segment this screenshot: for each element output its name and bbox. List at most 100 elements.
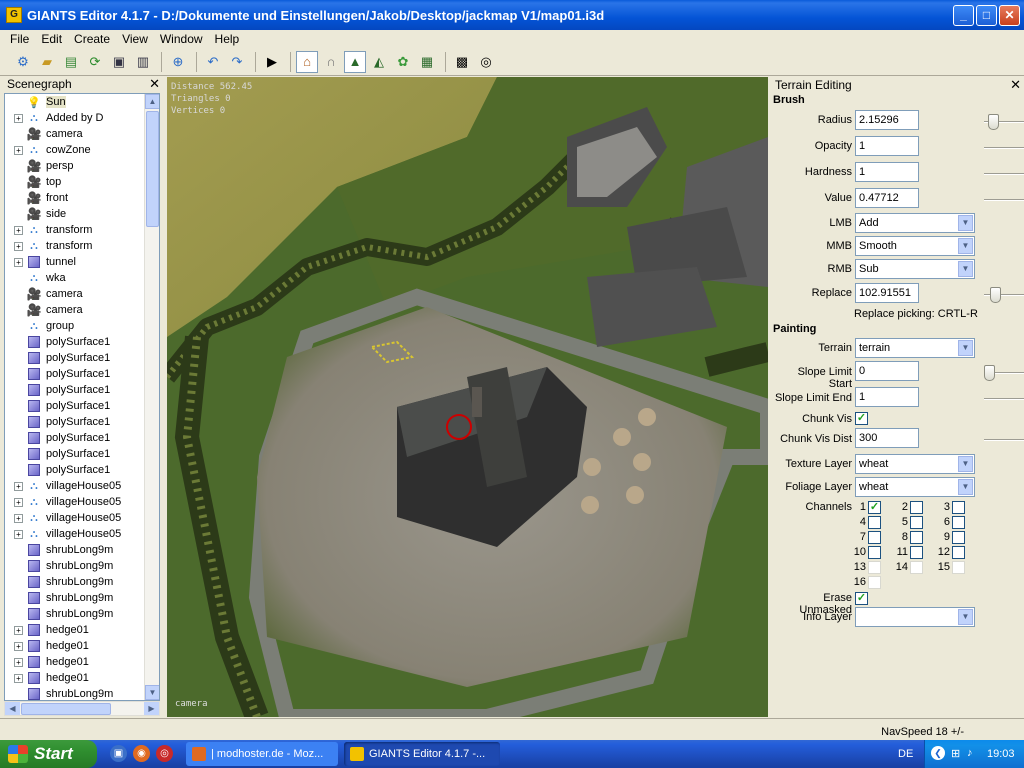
expand-icon[interactable]: + — [14, 145, 23, 155]
tree-row[interactable]: + hedge01 — [5, 622, 145, 638]
tree-row[interactable]: polySurface1 — [5, 398, 145, 414]
scenegraph-vertical-scrollbar[interactable]: ▲ ▼ — [144, 94, 159, 700]
tree-row[interactable]: + hedge01 — [5, 670, 145, 686]
channel-checkbox[interactable] — [868, 531, 881, 544]
lmb-dropdown[interactable]: Add ▼ — [855, 213, 975, 233]
scroll-thumb[interactable] — [146, 111, 159, 227]
tree-row[interactable]: ⛬ wka — [5, 270, 145, 286]
tree-row[interactable]: shrubLong9m — [5, 590, 145, 606]
task-firefox[interactable]: | modhoster.de - Moz... — [186, 742, 338, 766]
save-icon[interactable]: ▣ — [108, 51, 130, 73]
expand-icon[interactable]: + — [14, 657, 23, 667]
scroll-down-icon[interactable]: ▼ — [145, 685, 159, 700]
tree-row[interactable]: 🎥 camera — [5, 126, 145, 142]
tree-row[interactable]: + ⛬ villageHouse05 — [5, 494, 145, 510]
chunk-vis-dist-slider[interactable] — [984, 439, 1024, 441]
scroll-up-icon[interactable]: ▲ — [145, 94, 159, 109]
erase-unmasked-checkbox[interactable]: ✓ — [855, 592, 868, 605]
chevron-down-icon[interactable]: ▼ — [958, 340, 973, 356]
tree-row[interactable]: + ⛬ cowZone — [5, 142, 145, 158]
volume-icon[interactable]: ♪ — [967, 747, 973, 759]
channel-checkbox[interactable] — [868, 546, 881, 559]
chevron-down-icon[interactable]: ▼ — [958, 456, 973, 472]
terrain-sculpt-icon[interactable]: ▲ — [344, 50, 366, 73]
terrain-info-icon[interactable]: ▦ — [416, 51, 438, 73]
chevron-down-icon[interactable]: ▼ — [958, 609, 973, 625]
channel-checkbox[interactable] — [910, 501, 923, 514]
network-icon[interactable]: ⊞ — [951, 747, 960, 760]
chevron-down-icon[interactable]: ▼ — [958, 215, 973, 231]
channel-checkbox[interactable] — [910, 516, 923, 529]
menu-window[interactable]: Window — [154, 32, 209, 46]
scroll-left-icon[interactable]: ◀ — [5, 702, 20, 715]
menu-view[interactable]: View — [116, 32, 154, 46]
tree-row[interactable]: + ⛬ villageHouse05 — [5, 478, 145, 494]
texture-layer-dropdown[interactable]: wheat ▼ — [855, 454, 975, 474]
tree-row[interactable]: + ⛬ transform — [5, 222, 145, 238]
expand-icon[interactable]: + — [14, 225, 23, 235]
menu-help[interactable]: Help — [209, 32, 246, 46]
hscroll-thumb[interactable] — [21, 703, 111, 715]
scenegraph-close-icon[interactable]: ✕ — [149, 76, 160, 92]
scroll-right-icon[interactable]: ▶ — [144, 702, 159, 715]
channel-checkbox[interactable] — [952, 561, 965, 574]
tree-row[interactable]: 🎥 persp — [5, 158, 145, 174]
add-node-icon[interactable]: ⊕ — [167, 51, 189, 73]
terrain-paint-icon[interactable]: ◭ — [368, 51, 390, 73]
menu-edit[interactable]: Edit — [35, 32, 68, 46]
hardness-field[interactable]: 1 — [855, 162, 919, 182]
redo-icon[interactable]: ↷ — [226, 51, 248, 73]
slope-end-field[interactable]: 1 — [855, 387, 919, 407]
channel-checkbox[interactable] — [910, 531, 923, 544]
opacity-slider[interactable] — [984, 147, 1024, 149]
chunk-vis-dist-field[interactable]: 300 — [855, 428, 919, 448]
rmb-dropdown[interactable]: Sub ▼ — [855, 259, 975, 279]
terrain-dropdown[interactable]: terrain ▼ — [855, 338, 975, 358]
tree-row[interactable]: shrubLong9m — [5, 686, 145, 700]
menu-file[interactable]: File — [4, 32, 35, 46]
move-icon[interactable]: ∩ — [320, 51, 342, 73]
replace-slider-knob[interactable] — [990, 287, 1001, 303]
channel-checkbox[interactable] — [868, 576, 881, 589]
tree-row[interactable]: 🎥 camera — [5, 302, 145, 318]
settings-icon[interactable]: ⚙ — [12, 51, 34, 73]
expand-icon[interactable]: + — [14, 513, 23, 523]
replace-field[interactable]: 102.91551 — [855, 283, 919, 303]
slope-start-slider-knob[interactable] — [984, 365, 995, 381]
chevron-down-icon[interactable]: ▼ — [958, 238, 973, 254]
value-slider[interactable] — [984, 199, 1024, 201]
foliage-layer-dropdown[interactable]: wheat ▼ — [855, 477, 975, 497]
clock[interactable]: 19:03 — [987, 748, 1015, 760]
3d-viewport[interactable]: Distance 562.45 Triangles 0 Vertices 0 c… — [167, 77, 768, 717]
media-icon[interactable]: ◎ — [156, 745, 173, 762]
scenegraph-tree[interactable]: 💡 Sun + ⛬ Added by D 🎥 camera + ⛬ cowZone 🎥 persp 🎥 t… — [4, 93, 160, 701]
channel-checkbox[interactable] — [952, 501, 965, 514]
tree-row[interactable]: + ⛬ Added by D — [5, 110, 145, 126]
tree-row[interactable]: polySurface1 — [5, 334, 145, 350]
tree-row[interactable]: shrubLong9m — [5, 574, 145, 590]
tree-row[interactable]: ⛬ group — [5, 318, 145, 334]
tree-row[interactable]: 🎥 side — [5, 206, 145, 222]
tree-row[interactable]: + ⛬ transform — [5, 238, 145, 254]
tree-row[interactable]: + tunnel — [5, 254, 145, 270]
start-button[interactable]: Start — [0, 740, 97, 768]
terrain-close-icon[interactable]: ✕ — [1010, 77, 1021, 93]
value-field[interactable]: 0.47712 — [855, 188, 919, 208]
tree-row[interactable]: shrubLong9m — [5, 606, 145, 622]
tree-row[interactable]: polySurface1 — [5, 382, 145, 398]
show-desktop-icon[interactable]: ▣ — [110, 745, 127, 762]
tree-row[interactable]: shrubLong9m — [5, 542, 145, 558]
channel-checkbox[interactable] — [910, 561, 923, 574]
tree-row[interactable]: 🎥 camera — [5, 286, 145, 302]
hardness-slider[interactable] — [984, 173, 1024, 175]
tray-arrow-icon[interactable]: ❮ — [931, 746, 945, 760]
import-icon[interactable]: ▤ — [60, 51, 82, 73]
expand-icon[interactable]: + — [14, 497, 23, 507]
open-icon[interactable]: ▰ — [36, 51, 58, 73]
expand-icon[interactable]: + — [14, 673, 23, 683]
refresh-icon[interactable]: ⟳ — [84, 51, 106, 73]
firefox-icon[interactable]: ◉ — [133, 745, 150, 762]
tree-row[interactable]: 💡 Sun — [5, 94, 145, 110]
undo-icon[interactable]: ↶ — [202, 51, 224, 73]
tree-row[interactable]: polySurface1 — [5, 462, 145, 478]
